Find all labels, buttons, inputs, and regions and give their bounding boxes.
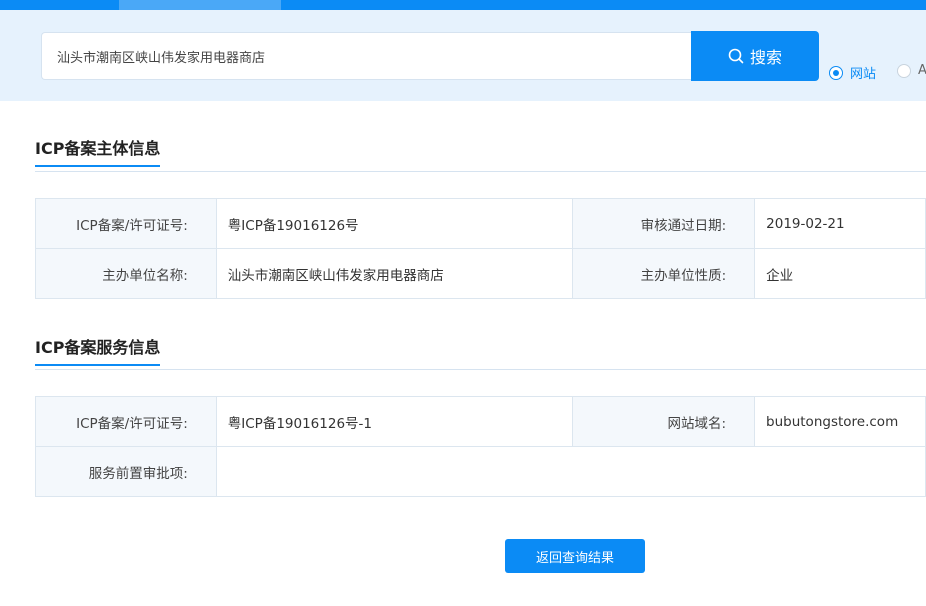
- cell-label: 主办单位性质:: [572, 248, 756, 299]
- cell-label: 服务前置审批项:: [35, 446, 217, 497]
- cell-value: [215, 446, 926, 497]
- cell-value: bubutongstore.com: [754, 396, 926, 447]
- top-nav-bar: [0, 0, 926, 10]
- subject-info-table: ICP备案/许可证号: 粤ICP备19016126号 审核通过日期: 2019-…: [35, 198, 926, 299]
- back-to-results-button[interactable]: 返回查询结果: [505, 539, 645, 573]
- cell-value: 2019-02-21: [754, 198, 926, 249]
- search-button-label: 搜索: [749, 48, 782, 67]
- table-row: ICP备案/许可证号: 粤ICP备19016126号 审核通过日期: 2019-…: [35, 198, 926, 249]
- radio-app[interactable]: APP: [897, 63, 926, 78]
- cell-value: 粤ICP备19016126号: [215, 198, 574, 249]
- cell-label: ICP备案/许可证号:: [35, 198, 217, 249]
- radio-website[interactable]: 网站: [829, 63, 876, 82]
- radio-app-label: APP: [918, 63, 926, 78]
- cell-value: 企业: [754, 248, 926, 299]
- section-divider: [35, 171, 926, 172]
- radio-checked-icon: [829, 65, 843, 80]
- table-row: 服务前置审批项:: [35, 446, 926, 497]
- radio-unchecked-icon: [897, 63, 911, 78]
- service-info-table: ICP备案/许可证号: 粤ICP备19016126号-1 网站域名: bubut…: [35, 396, 926, 497]
- search-band: 搜索 网站 APP: [0, 10, 926, 101]
- radio-website-label: 网站: [850, 67, 877, 82]
- cell-value: 粤ICP备19016126号-1: [215, 396, 574, 447]
- search-button[interactable]: 搜索: [691, 31, 819, 81]
- section-divider: [35, 369, 926, 370]
- cell-label: ICP备案/许可证号:: [35, 396, 217, 447]
- table-row: 主办单位名称: 汕头市潮南区峡山伟发家用电器商店 主办单位性质: 企业: [35, 248, 926, 299]
- cell-label: 审核通过日期:: [572, 198, 756, 249]
- active-nav-tab[interactable]: [119, 0, 281, 10]
- search-icon: [728, 48, 744, 64]
- service-section-title: ICP备案服务信息: [35, 334, 161, 366]
- cell-label: 主办单位名称:: [35, 248, 217, 299]
- subject-section-title: ICP备案主体信息: [35, 135, 161, 167]
- cell-label: 网站域名:: [572, 396, 756, 447]
- search-input[interactable]: [41, 32, 692, 80]
- table-row: ICP备案/许可证号: 粤ICP备19016126号-1 网站域名: bubut…: [35, 396, 926, 447]
- cell-value: 汕头市潮南区峡山伟发家用电器商店: [215, 248, 574, 299]
